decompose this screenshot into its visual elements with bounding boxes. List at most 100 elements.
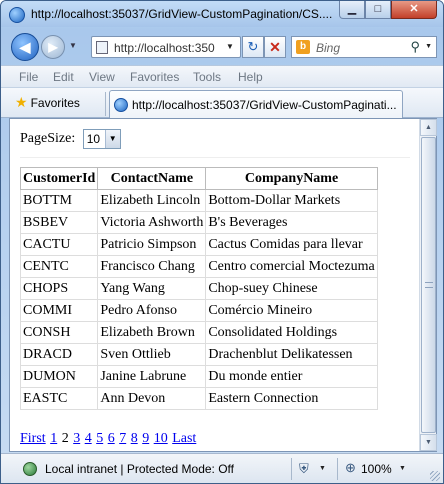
chevron-down-icon: ▼ <box>425 439 432 446</box>
cell-customerid: CACTU <box>19 233 99 256</box>
menu-tools[interactable]: Tools <box>193 70 221 84</box>
cell-customerid: BSBEV <box>19 211 99 234</box>
stop-button[interactable]: ✕ <box>264 36 286 58</box>
resize-grip-icon[interactable] <box>430 471 440 481</box>
ie-icon <box>9 7 25 23</box>
minimize-button[interactable]: ▁ <box>339 1 365 19</box>
protected-mode-icon[interactable]: ⛨ <box>299 461 309 477</box>
refresh-icon: ↻ <box>247 39 259 54</box>
menu-favorites[interactable]: Favorites <box>130 70 179 84</box>
page-icon <box>96 41 108 54</box>
menu-file[interactable]: File <box>19 70 38 84</box>
cell-contactname: Patricio Simpson <box>97 233 207 256</box>
back-button[interactable]: ◀ <box>11 33 39 61</box>
menu-bar: File Edit View Favorites Tools Help <box>1 65 443 87</box>
pager-page-9-link[interactable]: 9 <box>142 431 149 446</box>
menu-view[interactable]: View <box>89 70 115 84</box>
cell-companyname: Consolidated Holdings <box>205 321 378 344</box>
search-icon[interactable]: ⚲ <box>410 39 420 55</box>
navigation-bar: ◀ ▶ ▼ http://localhost:350 ▼ ↻ ✕ b Bing … <box>1 27 443 65</box>
pagesize-select[interactable]: 10 ▼ <box>82 129 121 149</box>
pager-page-5-link[interactable]: 5 <box>96 431 103 446</box>
back-arrow-icon: ◀ <box>19 39 31 55</box>
pagesize-label: PageSize: <box>20 131 76 146</box>
cell-customerid: CHOPS <box>19 277 99 300</box>
cell-companyname: Du monde entier <box>205 365 378 388</box>
maximize-button[interactable]: □ <box>365 1 391 19</box>
bing-icon: b <box>296 40 310 54</box>
intranet-zone-icon <box>23 462 37 476</box>
table-row: BOTTM Elizabeth Lincoln Bottom-Dollar Mark… <box>19 189 378 212</box>
column-header-contactname: ContactName <box>97 167 207 190</box>
divider <box>291 458 292 480</box>
divider <box>105 92 106 116</box>
chevron-up-icon: ▲ <box>425 124 432 131</box>
cell-customerid: EASTC <box>19 387 99 410</box>
pager-page-8-link[interactable]: 8 <box>131 431 138 446</box>
cell-customerid: CONSH <box>19 321 99 344</box>
vertical-scrollbar[interactable]: ▲ ▼ <box>419 119 437 451</box>
column-header-companyname: CompanyName <box>205 167 378 190</box>
cell-contactname: Pedro Afonso <box>97 299 207 322</box>
pager-page-10-link[interactable]: 10 <box>154 431 168 446</box>
pagesize-control: PageSize: 10 ▼ <box>20 129 121 149</box>
header-row: CustomerId ContactName CompanyName <box>19 167 378 190</box>
cell-companyname: Bottom-Dollar Markets <box>205 189 378 212</box>
table-row: DRACD Sven Ottlieb Drachenblut Delikatesse… <box>19 343 378 366</box>
zoom-dropdown-icon[interactable]: ▼ <box>399 465 406 472</box>
pager-page-6-link[interactable]: 6 <box>108 431 115 446</box>
table-row: CENTC Francisco Chang Centro comercial Moc… <box>19 255 378 278</box>
cell-contactname: Elizabeth Lincoln <box>97 189 207 212</box>
search-dropdown-icon[interactable]: ▼ <box>425 43 432 50</box>
pager-page-4-link[interactable]: 4 <box>85 431 92 446</box>
browser-window: http://localhost:35037/GridView-CustomPa… <box>0 0 444 484</box>
table-row: EASTC Ann Devon Eastern Connection <box>19 387 378 410</box>
cell-contactname: Yang Wang <box>97 277 207 300</box>
zoom-icon[interactable]: ⊕ <box>345 460 356 476</box>
pager-page-7-link[interactable]: 7 <box>119 431 126 446</box>
scroll-up-button[interactable]: ▲ <box>420 119 437 136</box>
cell-companyname: Drachenblut Delikatessen <box>205 343 378 366</box>
cell-contactname: Francisco Chang <box>97 255 207 278</box>
cell-companyname: Eastern Connection <box>205 387 378 410</box>
favorites-button[interactable]: ★ Favorites <box>15 94 80 114</box>
scroll-down-button[interactable]: ▼ <box>420 434 437 451</box>
address-input[interactable]: http://localhost:350 <box>114 41 224 55</box>
chevron-down-icon[interactable]: ▼ <box>319 465 326 472</box>
stop-icon: ✕ <box>269 39 281 55</box>
address-dropdown-icon[interactable]: ▼ <box>226 42 234 51</box>
pager-page-1-link[interactable]: 1 <box>50 431 57 446</box>
ie-tab-icon <box>114 98 128 112</box>
web-page: PageSize: 10 ▼ CustomerId ContactName Co… <box>10 119 420 451</box>
close-button[interactable]: ✕ <box>391 1 437 19</box>
recent-pages-dropdown-icon[interactable]: ▼ <box>69 41 77 50</box>
favorites-label: Favorites <box>30 96 80 110</box>
security-zone-text: Local intranet | Protected Mode: Off <box>45 462 234 476</box>
menu-edit[interactable]: Edit <box>53 70 74 84</box>
window-title: http://localhost:35037/GridView-CustomPa… <box>31 7 333 21</box>
pagesize-value: 10 <box>86 132 101 146</box>
zoom-level[interactable]: 100% <box>361 462 392 476</box>
browser-tab[interactable]: http://localhost:35037/GridView-CustomPa… <box>109 90 403 119</box>
search-input[interactable]: Bing <box>316 41 340 55</box>
pager-page-3-link[interactable]: 3 <box>73 431 80 446</box>
pager-current-page: 2 <box>61 431 69 446</box>
horizontal-rule <box>20 157 410 158</box>
table-row: CHOPS Yang Wang Chop-suey Chinese <box>19 277 378 300</box>
page-viewport: PageSize: 10 ▼ CustomerId ContactName Co… <box>9 118 437 452</box>
refresh-button[interactable]: ↻ <box>242 36 264 58</box>
address-bar[interactable]: http://localhost:350 ▼ <box>91 36 241 58</box>
cell-companyname: Chop-suey Chinese <box>205 277 378 300</box>
table-row: CACTU Patricio Simpson Cactus Comidas para… <box>19 233 378 256</box>
cell-contactname: Ann Devon <box>97 387 207 410</box>
status-bar: Local intranet | Protected Mode: Off ⛨ ▼… <box>1 453 443 483</box>
scrollbar-thumb[interactable] <box>421 137 436 433</box>
menu-help[interactable]: Help <box>238 70 263 84</box>
search-box[interactable]: b Bing ⚲ ▼ <box>291 36 437 58</box>
table-row: COMMI Pedro Afonso Comércio Mineiro <box>19 299 378 322</box>
forward-button[interactable]: ▶ <box>41 35 65 59</box>
pager-last-link[interactable]: Last <box>172 431 196 446</box>
forward-arrow-icon: ▶ <box>48 40 58 54</box>
star-icon: ★ <box>15 94 28 110</box>
pager-first-link[interactable]: First <box>20 431 46 446</box>
